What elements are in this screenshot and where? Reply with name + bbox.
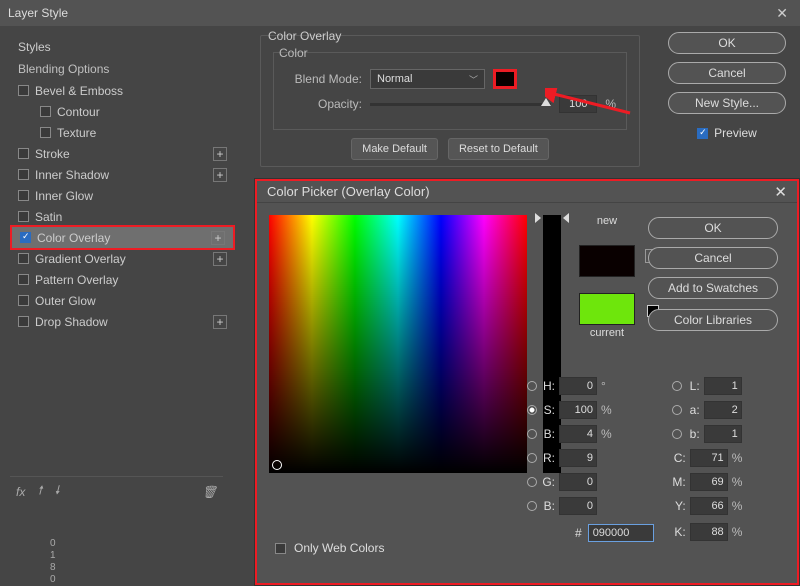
styles-sidebar: Styles Blending Options Bevel & EmbossCo… — [0, 26, 235, 586]
color-fields: H:0° L:1 S:100% a:2 B:4% b:1 R:9 C:71% G… — [527, 374, 783, 545]
k-input[interactable]: 88 — [690, 523, 728, 541]
r-radio[interactable] — [527, 453, 537, 463]
style-checkbox[interactable] — [18, 295, 29, 306]
g-input[interactable]: 0 — [559, 473, 597, 491]
style-item-pattern-overlay[interactable]: Pattern Overlay — [10, 269, 235, 290]
style-checkbox[interactable] — [18, 316, 29, 327]
arrow-up-icon[interactable]: 🠕 — [37, 481, 42, 502]
style-checkbox[interactable] — [20, 232, 31, 243]
chevron-down-icon: ﹀ — [469, 73, 478, 86]
color-swatch[interactable] — [493, 69, 517, 89]
b-radio[interactable] — [527, 429, 537, 439]
style-item-inner-shadow[interactable]: Inner Shadow+ — [10, 164, 235, 185]
preview-checkbox[interactable] — [697, 128, 708, 139]
style-checkbox[interactable] — [40, 127, 51, 138]
style-item-texture[interactable]: Texture — [10, 122, 235, 143]
color-spectrum[interactable] — [269, 215, 527, 473]
style-checkbox[interactable] — [18, 274, 29, 285]
picker-ok-button[interactable]: OK — [648, 217, 778, 239]
s-input[interactable]: 100 — [559, 401, 597, 419]
y-input[interactable]: 66 — [690, 497, 728, 515]
current-color-swatch[interactable] — [579, 293, 635, 325]
add-effect-icon[interactable]: + — [211, 231, 225, 245]
b-input[interactable]: 4 — [559, 425, 597, 443]
s-radio[interactable] — [527, 405, 537, 415]
section-title: Color Overlay — [268, 29, 648, 43]
fx-label[interactable]: fx — [16, 485, 25, 499]
only-web-checkbox[interactable] — [275, 543, 286, 554]
b2-radio[interactable] — [527, 501, 537, 511]
style-checkbox[interactable] — [18, 253, 29, 264]
fx-bar: fx 🠕 🠗 🗑 — [10, 476, 223, 506]
new-color-swatch[interactable] — [579, 245, 635, 277]
styles-header[interactable]: Styles — [10, 36, 235, 58]
close-icon[interactable]: ✕ — [772, 5, 792, 22]
style-item-drop-shadow[interactable]: Drop Shadow+ — [10, 311, 235, 332]
new-style-button[interactable]: New Style... — [668, 92, 786, 114]
a-radio[interactable] — [672, 405, 682, 415]
opacity-slider[interactable] — [370, 103, 551, 106]
h-radio[interactable] — [527, 381, 537, 391]
blab-input[interactable]: 1 — [704, 425, 742, 443]
style-item-color-overlay[interactable]: Color Overlay+ — [10, 225, 235, 250]
hex-input[interactable]: 090000 — [588, 524, 654, 542]
style-checkbox[interactable] — [18, 211, 29, 222]
make-default-button[interactable]: Make Default — [351, 138, 438, 160]
style-item-gradient-overlay[interactable]: Gradient Overlay+ — [10, 248, 235, 269]
l-radio[interactable] — [672, 381, 682, 391]
color-picker-dialog: Color Picker (Overlay Color) ✕ new curre… — [255, 179, 799, 585]
style-item-inner-glow[interactable]: Inner Glow — [10, 185, 235, 206]
titlebar: Layer Style ✕ — [0, 0, 800, 26]
trash-icon[interactable]: 🗑 — [202, 485, 217, 499]
picker-close-icon[interactable]: ✕ — [774, 183, 787, 201]
picker-cancel-button[interactable]: Cancel — [648, 247, 778, 269]
add-effect-icon[interactable]: + — [213, 315, 227, 329]
style-item-bevel-emboss[interactable]: Bevel & Emboss — [10, 80, 235, 101]
current-label: current — [590, 327, 624, 339]
add-swatches-button[interactable]: Add to Swatches — [648, 277, 778, 299]
opacity-label: Opacity: — [284, 97, 362, 111]
arrow-down-icon[interactable]: 🠗 — [55, 481, 60, 502]
style-checkbox[interactable] — [18, 190, 29, 201]
add-effect-icon[interactable]: + — [213, 168, 227, 182]
b2-input[interactable]: 0 — [559, 497, 597, 515]
style-checkbox[interactable] — [18, 148, 29, 159]
h-input[interactable]: 0 — [559, 377, 597, 395]
picker-title: Color Picker (Overlay Color) — [267, 184, 430, 199]
cancel-button[interactable]: Cancel — [668, 62, 786, 84]
color-group-label: Color — [279, 46, 633, 60]
c-input[interactable]: 71 — [690, 449, 728, 467]
style-checkbox[interactable] — [40, 106, 51, 117]
preview-label: Preview — [714, 126, 757, 140]
blab-radio[interactable] — [672, 429, 682, 439]
reset-default-button[interactable]: Reset to Default — [448, 138, 549, 160]
only-web-label: Only Web Colors — [294, 541, 384, 555]
annotation-arrow — [545, 88, 635, 118]
style-checkbox[interactable] — [18, 85, 29, 96]
add-effect-icon[interactable]: + — [213, 252, 227, 266]
m-input[interactable]: 69 — [690, 473, 728, 491]
g-radio[interactable] — [527, 477, 537, 487]
style-item-outer-glow[interactable]: Outer Glow — [10, 290, 235, 311]
style-item-stroke[interactable]: Stroke+ — [10, 143, 235, 164]
l-input[interactable]: 1 — [704, 377, 742, 395]
spectrum-cursor[interactable] — [272, 460, 282, 470]
ok-button[interactable]: OK — [668, 32, 786, 54]
blending-options[interactable]: Blending Options — [10, 58, 235, 80]
add-effect-icon[interactable]: + — [213, 147, 227, 161]
style-item-contour[interactable]: Contour — [10, 101, 235, 122]
a-input[interactable]: 2 — [704, 401, 742, 419]
color-libraries-button[interactable]: Color Libraries — [648, 309, 778, 331]
blend-mode-label: Blend Mode: — [284, 72, 362, 86]
style-item-satin[interactable]: Satin — [10, 206, 235, 227]
blend-mode-dropdown[interactable]: Normal ﹀ — [370, 69, 485, 89]
r-input[interactable]: 9 — [559, 449, 597, 467]
new-label: new — [597, 215, 617, 227]
ruler: 0180 — [50, 538, 56, 586]
style-checkbox[interactable] — [18, 169, 29, 180]
window-title: Layer Style — [8, 6, 68, 20]
